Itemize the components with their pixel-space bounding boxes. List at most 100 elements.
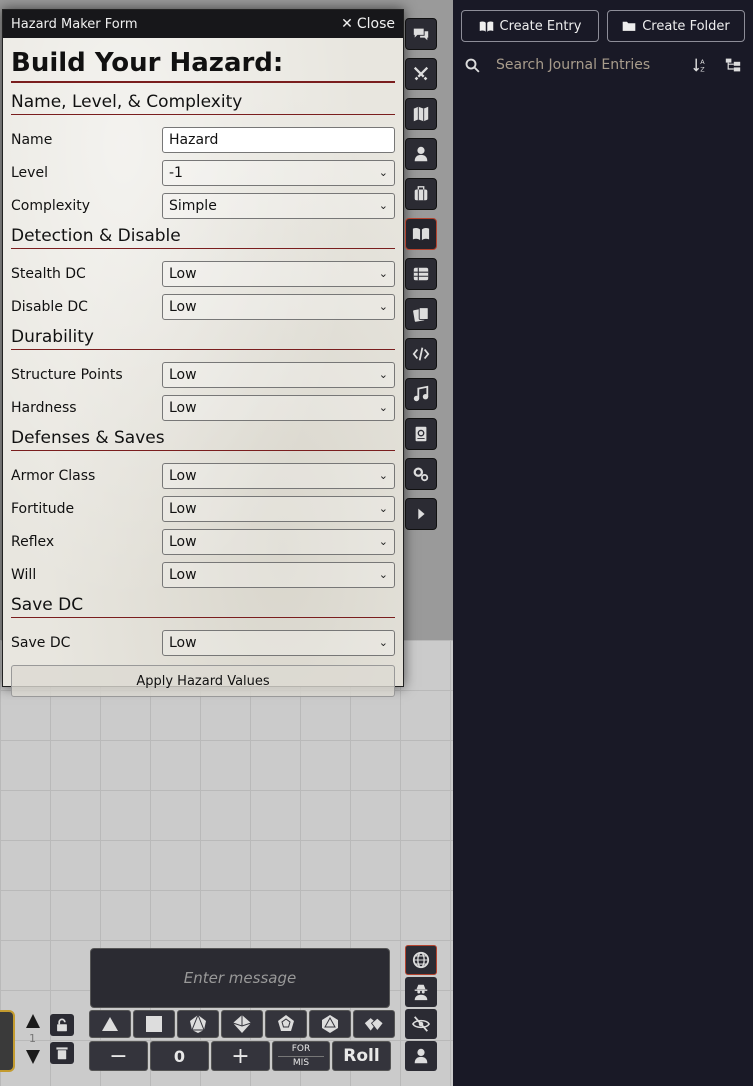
armor-class-select[interactable]: Low ⌄ [162,462,395,489]
stealth-dc-select[interactable]: Low ⌄ [162,260,395,287]
d20-button[interactable] [309,1010,351,1038]
d20-icon [322,1015,338,1033]
roll-button[interactable]: Roll [332,1041,391,1071]
journal-icon [412,228,430,241]
apply-hazard-values-button[interactable]: Apply Hazard Values [11,665,395,697]
hotbar-clear-button[interactable] [50,1042,74,1064]
chat-message-input[interactable] [91,948,389,1008]
tables-icon [413,267,429,281]
d8-button[interactable] [177,1010,219,1038]
d8-icon [190,1014,206,1033]
playlists-icon [413,385,429,402]
row-stealth-dc: Stealth DC Low ⌄ [11,257,395,290]
tab-actors[interactable] [405,138,437,170]
create-entry-button[interactable]: Create Entry [461,10,599,42]
fortitude-select[interactable]: Low ⌄ [162,495,395,522]
scenes-icon [413,106,429,122]
hardness-select[interactable]: Low ⌄ [162,394,395,421]
fortune-misfortune-toggle[interactable]: FOR MIS [272,1041,330,1071]
hazard-maker-window: Hazard Maker Form ✕ Close Build Your Haz… [2,9,404,697]
chevron-down-icon: ⌄ [378,368,388,381]
create-folder-button[interactable]: Create Folder [607,10,745,42]
chevron-down-icon: ⌄ [378,636,388,649]
hardness-value: Low [169,399,197,416]
tab-settings[interactable] [405,458,437,490]
chat-message-box [90,948,390,1008]
d100-icon [364,1017,384,1032]
disable-dc-select[interactable]: Low ⌄ [162,293,395,320]
row-will: Will Low ⌄ [11,558,395,591]
structure-points-select[interactable]: Low ⌄ [162,361,395,388]
sort-icon[interactable]: AZ [693,57,709,73]
d100-button[interactable] [353,1010,395,1038]
tab-chat[interactable] [405,18,437,50]
settings-icon [413,467,429,482]
roll-controls: − 0 + FOR MIS Roll [89,1041,391,1071]
tab-collapse[interactable] [405,498,437,530]
user-icon [414,1048,428,1064]
row-armor-class: Armor Class Low ⌄ [11,459,395,492]
reflex-select[interactable]: Low ⌄ [162,528,395,555]
hotbar-macro-slot[interactable] [0,1010,15,1072]
search-input[interactable] [494,56,693,74]
blind-roll-button[interactable] [405,1009,437,1039]
gm-roll-button[interactable] [405,977,437,1007]
tab-combat[interactable] [405,58,437,90]
save-dc-value: Low [169,634,197,651]
trash-icon [56,1047,68,1060]
hotbar-page-down-icon[interactable] [26,1050,40,1064]
row-reflex: Reflex Low ⌄ [11,525,395,558]
macros-icon [412,347,430,361]
close-button[interactable]: ✕ Close [341,16,395,32]
combat-icon [413,66,429,81]
d6-button[interactable] [133,1010,175,1038]
d12-button[interactable] [265,1010,307,1038]
row-level: Level -1 ⌄ [11,156,395,189]
tab-cards[interactable] [405,298,437,330]
level-value: -1 [169,164,183,181]
self-roll-button[interactable] [405,1041,437,1071]
will-value: Low [169,566,197,583]
armor-class-label: Armor Class [11,467,96,484]
complexity-value: Simple [169,197,217,214]
section-save-dc: Save DC [11,595,395,618]
row-save-dc: Save DC Low ⌄ [11,626,395,659]
row-fortitude: Fortitude Low ⌄ [11,492,395,525]
actors-icon [414,146,428,162]
page-title: Build Your Hazard: [11,48,395,83]
compendium-icon [415,426,427,442]
create-folder-label: Create Folder [642,18,730,34]
journal-sidebar: Create Entry Create Folder AZ [453,0,753,1086]
level-select[interactable]: -1 ⌄ [162,159,395,186]
reflex-value: Low [169,533,197,550]
name-input[interactable] [162,126,395,153]
disable-dc-value: Low [169,298,197,315]
d10-button[interactable] [221,1010,263,1038]
hotbar-lock-button[interactable] [50,1014,74,1036]
will-select[interactable]: Low ⌄ [162,561,395,588]
modifier-value[interactable]: 0 [150,1041,209,1071]
d12-icon [278,1015,294,1031]
tab-scenes[interactable] [405,98,437,130]
public-roll-button[interactable] [405,945,437,975]
complexity-select[interactable]: Simple ⌄ [162,192,395,219]
collapse-folders-icon[interactable] [725,57,741,73]
modifier-increase-button[interactable]: + [211,1041,270,1071]
roll-mode-controls [405,945,437,1073]
modifier-decrease-button[interactable]: − [89,1041,148,1071]
tab-macros[interactable] [405,338,437,370]
complexity-label: Complexity [11,197,91,214]
tab-items[interactable] [405,178,437,210]
chevron-down-icon: ⌄ [378,502,388,515]
hotbar-page-up-icon[interactable] [26,1014,40,1028]
tab-tables[interactable] [405,258,437,290]
chevron-down-icon: ⌄ [378,267,388,280]
tab-playlists[interactable] [405,378,437,410]
tab-journal[interactable] [405,218,437,250]
fortitude-value: Low [169,500,197,517]
window-header[interactable]: Hazard Maker Form ✕ Close [3,10,403,38]
d4-button[interactable] [89,1010,131,1038]
save-dc-select[interactable]: Low ⌄ [162,629,395,656]
stealth-dc-label: Stealth DC [11,265,86,282]
tab-compendium[interactable] [405,418,437,450]
